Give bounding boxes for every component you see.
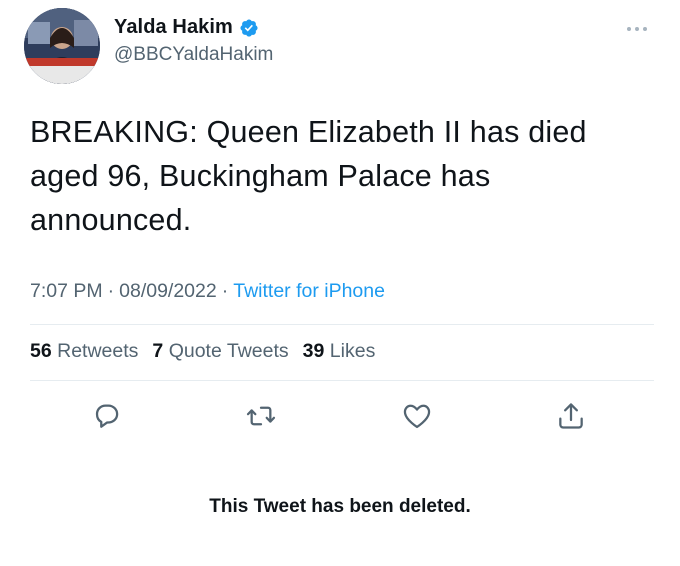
retweet-icon: [246, 406, 276, 426]
reply-button[interactable]: [89, 398, 125, 434]
more-icon[interactable]: [622, 19, 652, 39]
retweets-label: Retweets: [57, 340, 139, 362]
likes-label: Likes: [329, 340, 376, 362]
share-button[interactable]: [553, 398, 589, 434]
retweets-count: 56: [30, 340, 52, 362]
tweet-source-link[interactable]: Twitter for iPhone: [233, 280, 385, 302]
tweet-text: BREAKING: Queen Elizabeth II has died ag…: [30, 115, 587, 237]
heart-icon: [403, 404, 431, 429]
avatar[interactable]: [24, 8, 100, 84]
quote-tweets-stat[interactable]: 7 Quote Tweets: [152, 340, 288, 363]
share-icon: [559, 403, 583, 429]
likes-count: 39: [302, 340, 325, 362]
author-display-name[interactable]: Yalda Hakim: [114, 16, 233, 39]
retweets-stat[interactable]: 56 Retweets: [30, 340, 138, 363]
avatar-image: [24, 8, 100, 84]
divider: [30, 324, 654, 325]
author-handle[interactable]: @BBCYaldaHakim: [114, 44, 273, 66]
reply-icon: [95, 404, 119, 428]
like-button[interactable]: [399, 398, 435, 434]
quote-tweets-label: Quote Tweets: [168, 340, 289, 362]
meta-separator: ·: [107, 280, 115, 302]
tweet-stats: 56 Retweets 7 Quote Tweets 39 Likes: [30, 340, 375, 363]
tweet-time[interactable]: 7:07 PM: [30, 280, 103, 302]
likes-stat[interactable]: 39 Likes: [303, 340, 376, 363]
author-name-row[interactable]: Yalda Hakim: [114, 16, 259, 39]
deleted-notice: This Tweet has been deleted.: [209, 496, 471, 517]
quote-tweets-count: 7: [152, 340, 164, 362]
divider: [30, 380, 654, 381]
meta-separator: ·: [221, 280, 229, 302]
tweet-date[interactable]: 08/09/2022: [119, 280, 217, 302]
verified-badge-icon: [239, 18, 259, 38]
tweet-meta: 7:07 PM · 08/09/2022 · Twitter for iPhone: [30, 280, 385, 303]
retweet-button[interactable]: [243, 398, 279, 434]
